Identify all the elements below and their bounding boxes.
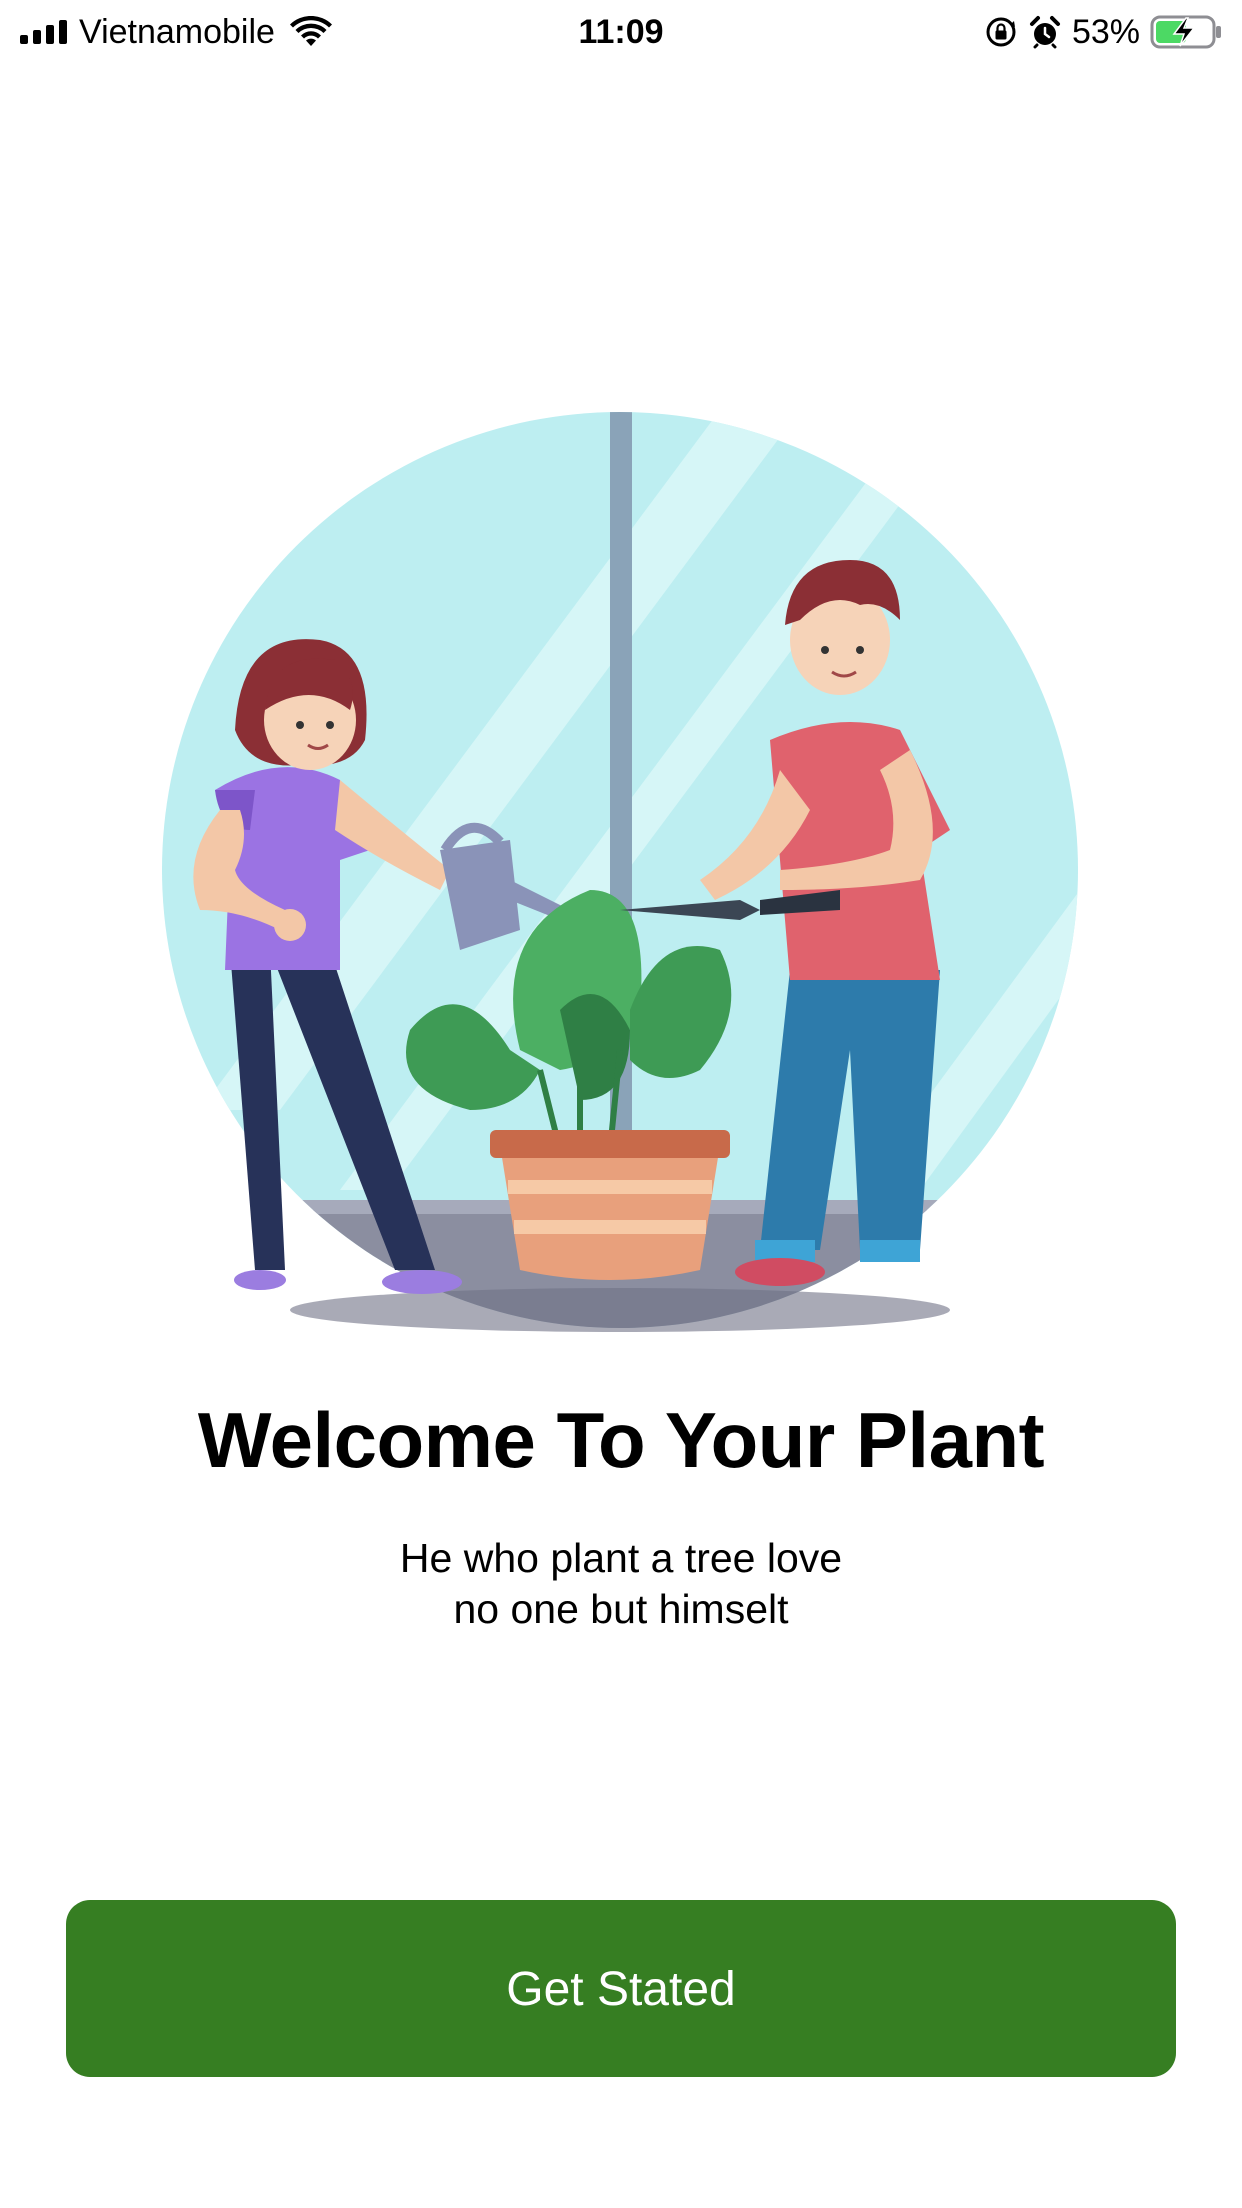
battery-charging-icon [1150,15,1221,49]
welcome-subtitle: He who plant a tree love no one but hims… [0,1533,1242,1635]
subtitle-line-2: no one but himselt [453,1586,789,1632]
orientation-lock-icon [986,17,1016,47]
subtitle-line-1: He who plant a tree love [399,1535,843,1581]
alarm-icon [1029,16,1060,49]
status-bar: Vietnamobile 11:09 53% [0,0,1242,64]
status-bar-right: 53% [984,8,1222,56]
get-started-button[interactable]: Get Stated [66,1900,1176,2077]
battery-percent: 53% [1071,13,1140,51]
onboarding-illustration [162,412,1078,1332]
welcome-title: Welcome To Your Plant [197,1396,1045,1484]
